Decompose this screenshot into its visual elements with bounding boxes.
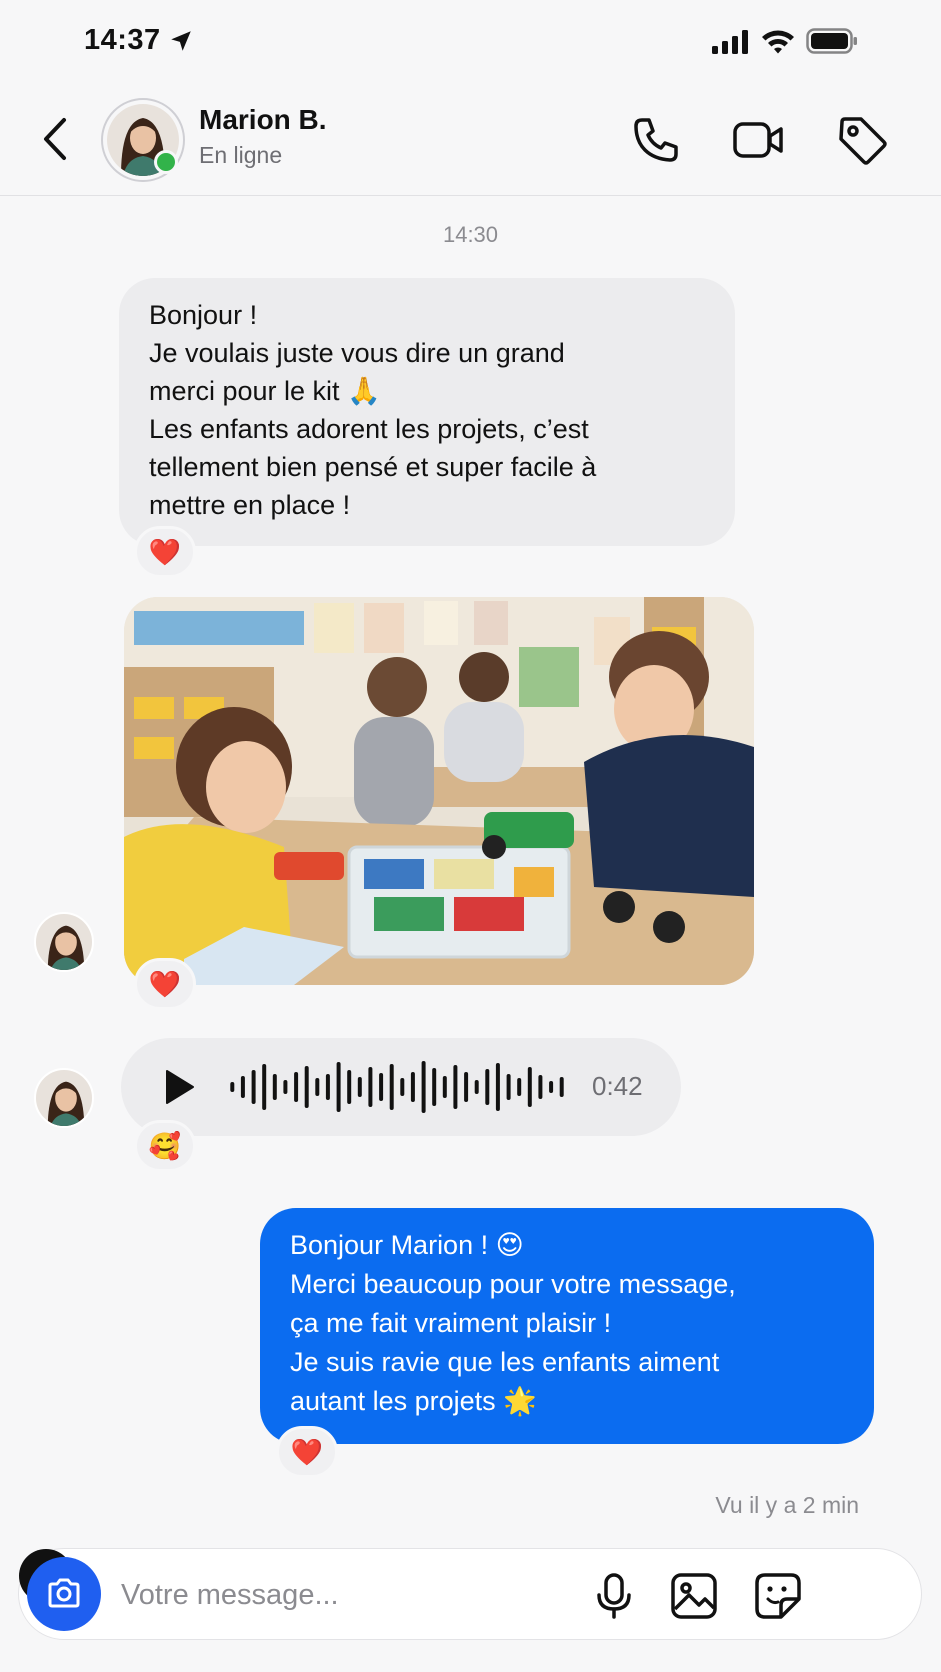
message-line: merci pour le kit 🙏 xyxy=(149,376,381,406)
waveform-bar xyxy=(251,1070,256,1104)
message-line: Bonjour Marion ! 😍 xyxy=(290,1230,524,1260)
seen-status: Vu il y a 2 min xyxy=(715,1492,859,1518)
phone-call-icon[interactable] xyxy=(628,112,684,168)
sender-avatar[interactable] xyxy=(34,912,94,972)
waveform-bar xyxy=(506,1074,511,1100)
avatar-image xyxy=(36,1070,92,1126)
message-line: Merci beaucoup pour votre message, xyxy=(290,1269,736,1299)
status-bar: 14:37 xyxy=(0,0,941,88)
contact-status: En ligne xyxy=(199,142,283,168)
incoming-message-bubble[interactable]: Bonjour ! Je voulais juste vous dire un … xyxy=(119,278,735,546)
heart-reaction[interactable]: ❤️ xyxy=(276,1426,338,1478)
play-icon[interactable] xyxy=(161,1068,197,1106)
wifi-icon xyxy=(762,30,794,54)
waveform-bar xyxy=(240,1076,245,1098)
waveform-bar xyxy=(262,1064,267,1110)
waveform-bar xyxy=(464,1072,469,1102)
waveform-bar xyxy=(347,1070,352,1104)
waveform-bar xyxy=(495,1063,500,1111)
battery-icon xyxy=(806,28,857,54)
waveform-bar xyxy=(325,1074,330,1100)
microphone-icon[interactable] xyxy=(587,1569,641,1623)
waveform-bar xyxy=(315,1078,320,1096)
camera-icon xyxy=(48,1578,80,1608)
waveform-bar xyxy=(517,1078,522,1096)
sender-avatar[interactable] xyxy=(34,1068,94,1128)
conversation-timestamp: 14:30 xyxy=(442,222,499,247)
waveform-bar xyxy=(549,1081,554,1093)
gallery-icon[interactable] xyxy=(667,1569,721,1623)
online-status-dot xyxy=(154,150,178,174)
sticker-icon[interactable] xyxy=(751,1569,805,1623)
camera-button[interactable] xyxy=(27,1557,101,1631)
message-line: Je voulais juste vous dire un grand xyxy=(149,338,565,368)
message-line: Bonjour ! xyxy=(149,300,258,330)
message-line: Je suis ravie que les enfants aiment xyxy=(290,1347,720,1377)
outgoing-message-bubble[interactable]: Bonjour Marion ! 😍 Merci beaucoup pour v… xyxy=(260,1208,874,1444)
tag-icon[interactable] xyxy=(834,112,890,168)
waveform-bar xyxy=(389,1064,394,1110)
waveform-bar xyxy=(283,1080,288,1094)
video-call-icon[interactable] xyxy=(730,112,786,168)
voice-message-bubble: 0:42 xyxy=(121,1038,681,1136)
status-time: 14:37 xyxy=(84,24,161,56)
waveform-bar xyxy=(421,1061,426,1113)
waveform-bar xyxy=(294,1072,299,1102)
waveform-bar xyxy=(474,1080,479,1094)
waveform-bar xyxy=(230,1082,235,1092)
waveform-bar xyxy=(368,1067,373,1107)
classroom-photo-image xyxy=(124,597,754,985)
waveform-bar xyxy=(453,1065,458,1109)
waveform-bar xyxy=(442,1076,447,1098)
heart-reaction[interactable]: ❤️ xyxy=(134,526,196,578)
shared-photo[interactable] xyxy=(124,597,754,985)
chat-header: Marion B. En ligne xyxy=(0,88,941,196)
audio-waveform[interactable] xyxy=(227,1056,567,1118)
avatar-image xyxy=(36,914,92,970)
waveform-bar xyxy=(336,1062,341,1112)
waveform-bar xyxy=(410,1072,415,1102)
cellular-signal-icon xyxy=(712,30,748,54)
contact-name[interactable]: Marion B. xyxy=(199,104,327,136)
back-chevron-icon[interactable] xyxy=(38,114,72,164)
heart-reaction[interactable]: ❤️ xyxy=(134,958,196,1010)
waveform-bar xyxy=(527,1067,532,1107)
waveform-bar xyxy=(272,1074,277,1100)
message-line: tellement bien pensé et super facile à xyxy=(149,452,597,482)
waveform-bar xyxy=(357,1077,362,1097)
audio-duration: 0:42 xyxy=(592,1071,643,1101)
waveform-bar xyxy=(400,1078,405,1096)
message-composer xyxy=(18,1548,922,1640)
waveform-bar xyxy=(538,1075,543,1099)
message-line: mettre en place ! xyxy=(149,490,351,520)
waveform-bar xyxy=(559,1077,564,1097)
location-arrow-icon xyxy=(171,31,191,51)
waveform-bar xyxy=(304,1066,309,1108)
waveform-bar xyxy=(485,1069,490,1105)
waveform-bar xyxy=(379,1073,384,1101)
waveform-bar xyxy=(432,1068,437,1106)
message-line: Les enfants adorent les projets, c’est xyxy=(149,414,589,444)
love-face-reaction[interactable]: 🥰 xyxy=(134,1120,196,1172)
message-line: ça me fait vraiment plaisir ! xyxy=(290,1308,612,1338)
message-input[interactable] xyxy=(121,1571,561,1619)
message-line: autant les projets 🌟 xyxy=(290,1386,537,1416)
